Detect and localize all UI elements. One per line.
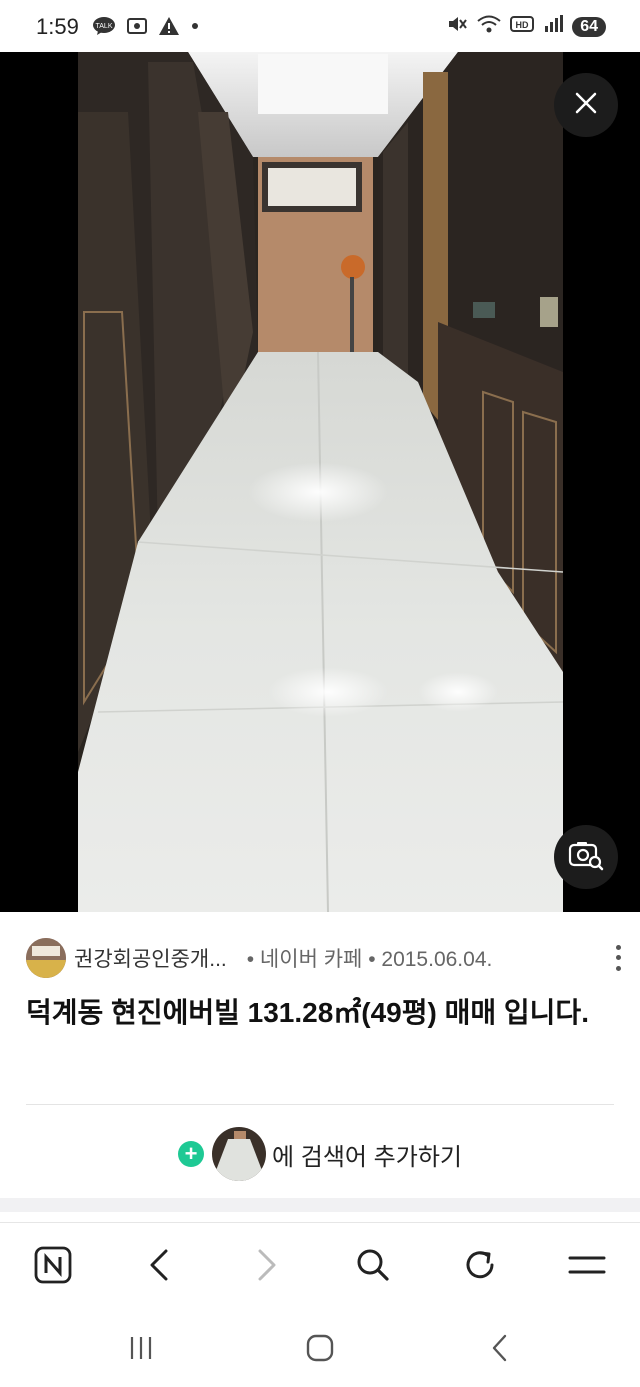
status-right-icons: HD 64 [446, 14, 606, 39]
forward-icon [252, 1247, 282, 1288]
section-separator [0, 1198, 640, 1212]
divider [26, 1104, 614, 1105]
add-search-term-label: 에 검색어 추가하기 [272, 1143, 462, 1171]
dot-icon [190, 16, 200, 41]
close-icon [573, 90, 599, 121]
status-left-icons: TALK [92, 16, 200, 41]
svg-text:TALK: TALK [96, 23, 113, 30]
battery-level: 64 [580, 17, 598, 35]
status-time: 1:59 [36, 14, 79, 39]
home-button[interactable] [298, 1328, 342, 1372]
system-navigation-bar [0, 1312, 640, 1387]
menu-button[interactable] [565, 1245, 609, 1289]
svg-text:HD: HD [516, 20, 529, 30]
image-viewer [0, 52, 640, 912]
system-back-button[interactable] [478, 1328, 522, 1372]
battery-indicator: 64 [572, 16, 606, 37]
wifi-icon [476, 14, 502, 39]
thumbnail-image [212, 1127, 266, 1181]
image-search-icon [568, 839, 604, 876]
source-avatar [26, 938, 66, 978]
more-dot [615, 955, 621, 961]
refresh-icon [461, 1246, 499, 1289]
search-icon [354, 1246, 392, 1289]
more-vertical-icon [615, 944, 621, 950]
more-dot [615, 966, 621, 972]
talk-icon: TALK [92, 16, 116, 41]
image-search-button[interactable] [554, 825, 618, 889]
mute-icon [446, 14, 468, 39]
add-search-term-button[interactable]: + 에 검색어 추가하기 [0, 1126, 640, 1182]
status-bar: 1:59 TALK HD 64 [0, 0, 640, 52]
signal-icon [542, 14, 564, 39]
source-row[interactable]: 권강회공인중개... • 네이버 카페 • 2015.06.04. [26, 938, 626, 978]
close-button[interactable] [554, 73, 618, 137]
naver-home-icon [33, 1245, 73, 1290]
back-button[interactable] [137, 1245, 181, 1289]
recents-icon [126, 1334, 156, 1367]
refresh-button[interactable] [458, 1245, 502, 1289]
browser-toolbar [0, 1222, 640, 1313]
back-icon [144, 1247, 174, 1288]
hallway-photo [78, 52, 563, 912]
screenshot-icon [126, 16, 148, 41]
plus-icon: + [178, 1141, 204, 1167]
warning-icon [158, 16, 180, 41]
search-button[interactable] [351, 1245, 395, 1289]
menu-icon [567, 1250, 607, 1285]
naver-home-button[interactable] [31, 1245, 75, 1289]
source-name[interactable]: 권강회공인중개... [74, 943, 227, 973]
source-meta: • 네이버 카페 • 2015.06.04. [246, 948, 493, 971]
home-icon [305, 1333, 335, 1368]
back-nav-icon [488, 1333, 512, 1368]
hd-icon: HD [510, 14, 535, 39]
forward-button[interactable] [245, 1245, 289, 1289]
recents-button[interactable] [119, 1328, 163, 1372]
more-options-button[interactable] [610, 942, 626, 974]
result-title[interactable]: 덕계동 현진에버빌 131.28㎡(49평) 매매 입니다. [26, 992, 606, 1034]
